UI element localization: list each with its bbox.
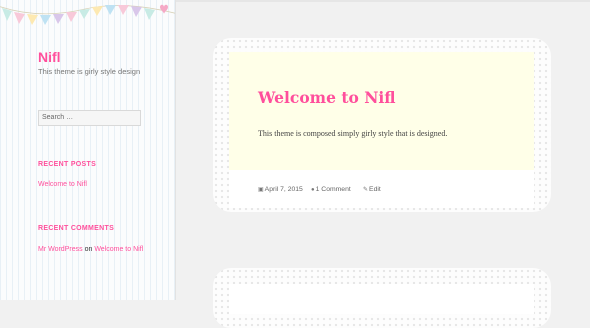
post-edit-link[interactable]: ✎Edit bbox=[363, 186, 381, 193]
post-title[interactable]: Welcome to Nifl bbox=[258, 88, 396, 107]
calendar-icon: ▣ bbox=[258, 187, 264, 193]
pencil-icon: ✎ bbox=[363, 187, 369, 193]
comment-on-text: on bbox=[84, 246, 93, 253]
site-description: This theme is girly style design bbox=[38, 67, 141, 76]
post-date-link[interactable]: ▣April 7, 2015 bbox=[258, 186, 303, 193]
post-comments-count: 1 Comment bbox=[315, 186, 351, 193]
comment-post-link[interactable]: Welcome to Nifl bbox=[94, 246, 143, 253]
post-header-panel bbox=[229, 52, 534, 170]
next-post-panel bbox=[229, 284, 534, 314]
recent-post-link[interactable]: Welcome to Nifl bbox=[38, 181, 87, 188]
bunting-garland-decoration bbox=[0, 4, 175, 25]
search-input[interactable]: Search … bbox=[38, 110, 141, 126]
post-content: This theme is composed simply girly styl… bbox=[258, 129, 448, 138]
recent-comment-item: Mr WordPress on Welcome to Nifl bbox=[38, 245, 148, 255]
post-edit-label: Edit bbox=[369, 186, 381, 193]
comment-bubble-icon: ● bbox=[311, 187, 315, 193]
post-date: April 7, 2015 bbox=[264, 186, 303, 193]
site-title[interactable]: Nifl bbox=[38, 49, 61, 65]
post-comments-link[interactable]: ●1 Comment bbox=[311, 186, 351, 193]
recent-posts-heading: RECENT POSTS bbox=[38, 161, 97, 168]
comment-author-link[interactable]: Mr WordPress bbox=[38, 246, 83, 253]
sidebar: Nifl This theme is girly style design Se… bbox=[0, 0, 176, 300]
recent-comments-heading: RECENT COMMENTS bbox=[38, 225, 115, 232]
